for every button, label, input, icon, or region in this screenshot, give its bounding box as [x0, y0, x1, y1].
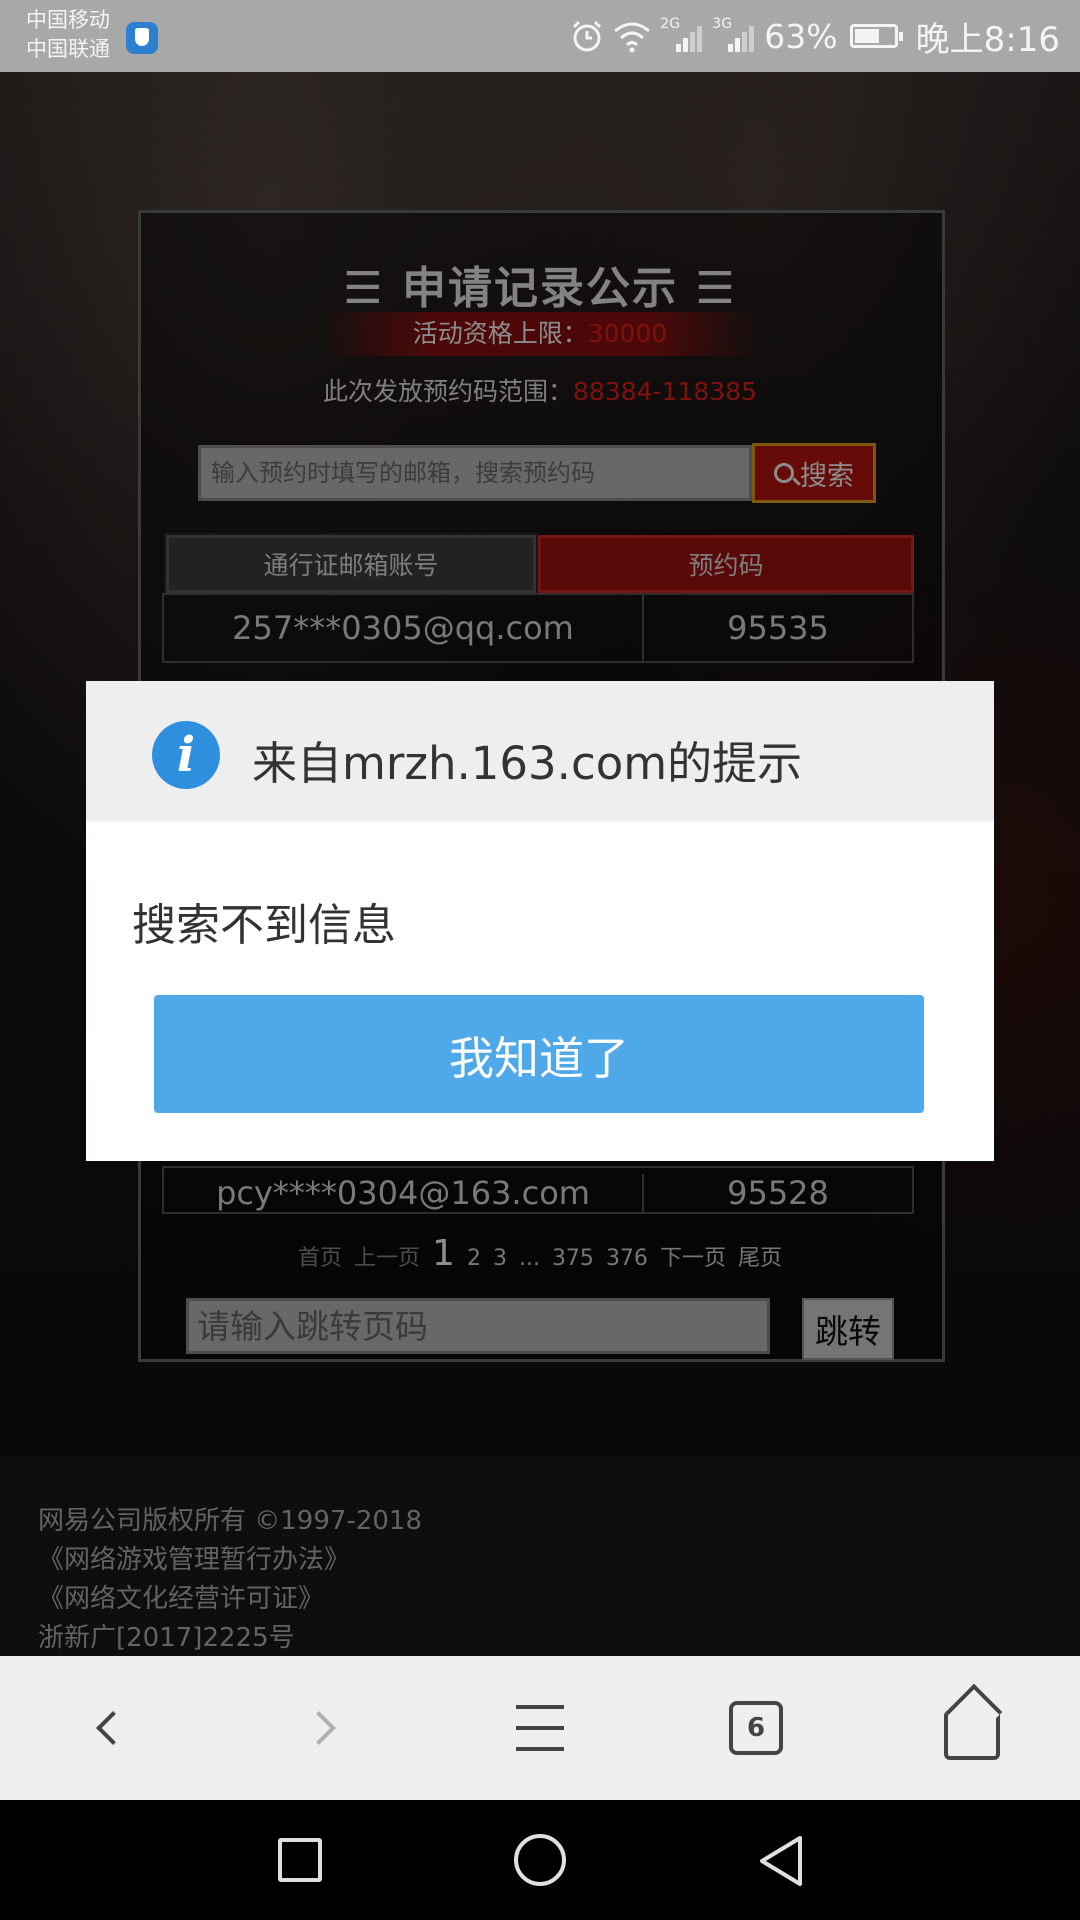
signal-3g-icon: 3G [712, 16, 756, 54]
dialog-header: i 来自mrzh.163.com的提示 [86, 681, 994, 821]
clock: 晚上8:16 [915, 19, 1060, 60]
browser-toolbar: 6 [0, 1656, 1080, 1800]
dialog-title: 来自mrzh.163.com的提示 [252, 737, 803, 790]
alert-dialog: i 来自mrzh.163.com的提示 搜索不到信息 我知道了 [86, 681, 994, 1161]
carrier-names: 中国移动 中国联通 [26, 6, 110, 64]
signal-2g-icon: 2G [660, 16, 704, 54]
home-icon [944, 1710, 1000, 1760]
info-icon: i [152, 721, 220, 789]
alarm-icon [573, 20, 602, 52]
system-nav-bar [0, 1800, 1080, 1920]
ok-button[interactable]: 我知道了 [154, 995, 924, 1113]
chevron-right-icon [302, 1711, 336, 1745]
home-nav-button[interactable] [514, 1834, 566, 1886]
menu-icon [516, 1705, 564, 1751]
tabs-icon: 6 [729, 1701, 783, 1755]
status-icons: 2G 3G 63% 晚上8:16 [570, 14, 1060, 60]
dialog-message: 搜索不到信息 [132, 900, 396, 951]
tabs-button[interactable]: 6 [696, 1656, 816, 1800]
chevron-left-icon [96, 1711, 130, 1745]
back-nav-button[interactable] [756, 1834, 806, 1888]
carrier-1: 中国移动 [26, 8, 110, 32]
shield-icon [126, 22, 158, 54]
recent-apps-button[interactable] [278, 1838, 322, 1882]
battery-icon [849, 24, 903, 48]
battery-percent: 63% [764, 16, 838, 56]
carrier-2: 中国联通 [26, 37, 110, 61]
home-button[interactable] [912, 1656, 1032, 1800]
menu-button[interactable] [480, 1656, 600, 1800]
back-button[interactable] [48, 1656, 168, 1800]
forward-button[interactable] [264, 1656, 384, 1800]
wifi-icon [614, 22, 651, 53]
status-bar: 中国移动 中国联通 2G 3G 63% 晚上8:16 [0, 0, 1080, 72]
